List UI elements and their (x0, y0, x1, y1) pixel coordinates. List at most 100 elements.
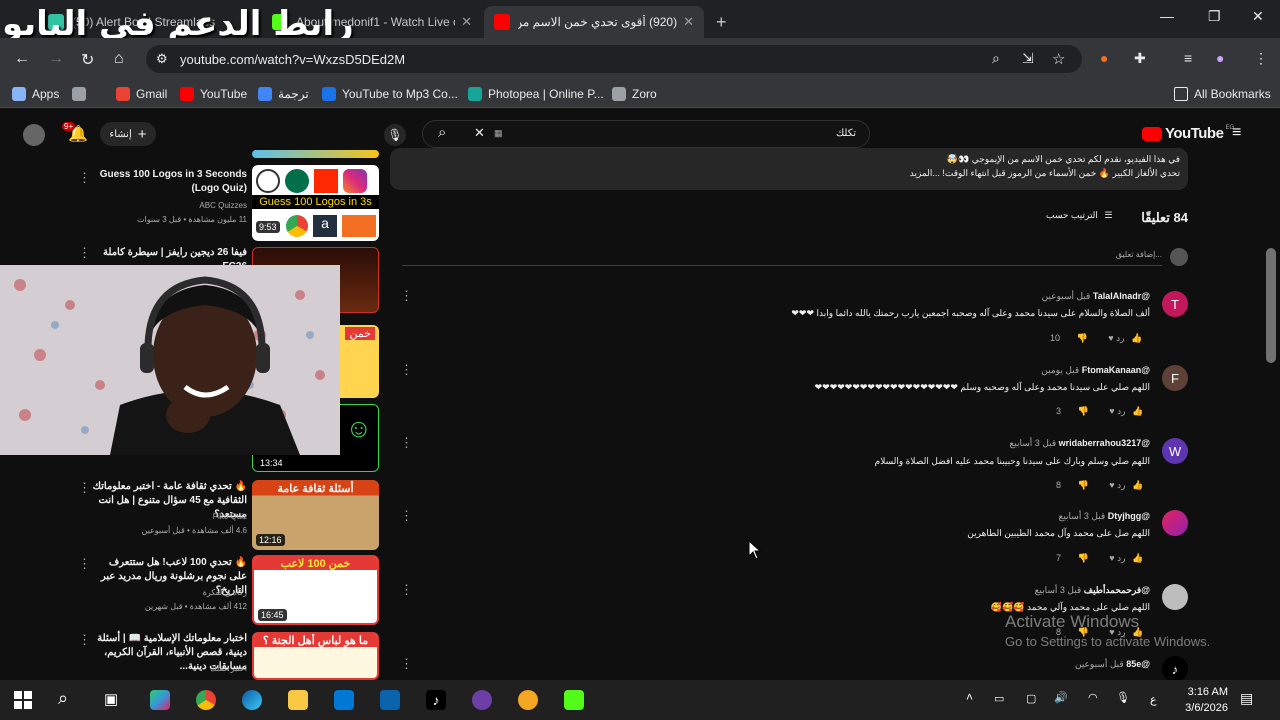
avatar[interactable] (23, 124, 45, 146)
like-icon[interactable]: 👍 (1132, 480, 1143, 490)
obs-icon[interactable] (472, 690, 492, 710)
media-control-icon[interactable]: ≡ (1184, 50, 1192, 66)
video-thumbnail[interactable]: خمن 100 لاعب 16:45 (252, 555, 379, 625)
creator-heart-icon[interactable]: ♥ (1109, 406, 1114, 416)
wifi-icon[interactable]: ◠ (1088, 691, 1098, 704)
sort-button[interactable]: الترتيب حسب ☰ (1046, 210, 1113, 221)
task-view-icon[interactable]: ▣ (104, 690, 118, 708)
app-icon[interactable] (518, 690, 538, 710)
add-comment-input[interactable]: إضافة تعليق... (1070, 250, 1162, 259)
reply-button[interactable]: رد (1117, 406, 1125, 416)
creator-heart-icon[interactable]: ♥ (1109, 553, 1114, 563)
bookmark-zoro[interactable]: Zoro (612, 87, 657, 101)
more-options-icon[interactable]: ⋮ (400, 362, 413, 378)
battery-icon[interactable]: ▭ (994, 692, 1004, 705)
chrome-icon[interactable] (196, 690, 216, 710)
maximize-icon[interactable]: ❐ (1208, 8, 1221, 25)
comment-author[interactable]: @Dtyjhgg (1108, 511, 1150, 521)
close-window-icon[interactable]: ✕ (1252, 8, 1264, 25)
search-input[interactable] (422, 120, 870, 148)
more-options-icon[interactable]: ⋮ (400, 508, 413, 524)
like-icon[interactable]: 👍 (1131, 333, 1142, 343)
bookmark-grid[interactable] (72, 87, 92, 101)
search-icon[interactable]: ⌕ (58, 688, 68, 709)
avatar[interactable] (1162, 510, 1188, 536)
tiktok-icon[interactable]: ♪ (426, 690, 446, 710)
kick-icon[interactable] (564, 690, 584, 710)
minimize-icon[interactable]: — (1160, 8, 1174, 24)
display-icon[interactable]: ▢ (1026, 692, 1036, 705)
hamburger-menu-icon[interactable]: ≡ (1232, 124, 1241, 142)
video-thumbnail[interactable]: ما هو لباس أهل الجنة ؟ (252, 632, 379, 680)
notification-center-icon[interactable]: ▤ (1240, 690, 1253, 707)
avatar[interactable]: W (1162, 438, 1188, 464)
video-channel[interactable]: زكاة و الفكرة (92, 588, 247, 597)
mic-icon[interactable]: 🎙 (384, 124, 406, 146)
creator-heart-icon[interactable]: ♥ (1109, 480, 1114, 490)
video-channel[interactable]: اختبر عقلك (92, 664, 247, 673)
more-options-icon[interactable]: ⋮ (78, 632, 91, 648)
file-explorer-icon[interactable] (288, 690, 308, 710)
clock-date[interactable]: 3/6/2026 (1170, 702, 1228, 714)
home-icon[interactable]: ⌂ (114, 50, 124, 68)
mail-icon[interactable] (380, 690, 400, 710)
bookmark-gmail[interactable]: Gmail (116, 87, 167, 101)
dislike-icon[interactable]: 👎 (1077, 333, 1088, 343)
language-indicator[interactable]: ع (1150, 693, 1157, 706)
video-channel[interactable]: ABC Quizzes (92, 201, 247, 210)
video-title[interactable]: Guess 100 Logos in 3 Seconds (Logo Quiz) (92, 168, 247, 196)
more-options-icon[interactable]: ⋮ (400, 288, 413, 304)
profile-icon[interactable]: ● (1216, 50, 1224, 66)
more-options-icon[interactable]: ⋮ (400, 582, 413, 598)
creator-heart-icon[interactable]: ♥ (1108, 333, 1113, 343)
comment-author[interactable]: @85e (1126, 659, 1150, 669)
mic-icon[interactable]: 🎙 (1116, 691, 1130, 704)
menu-icon[interactable]: ⋮ (1254, 50, 1268, 67)
clear-search-icon[interactable]: ✕ (474, 125, 485, 141)
close-icon[interactable]: ✕ (461, 14, 472, 30)
windows-start-icon[interactable] (14, 691, 32, 709)
dislike-icon[interactable]: 👎 (1078, 553, 1089, 563)
bookmark-translate[interactable]: ترجمة (258, 87, 309, 101)
avatar[interactable]: ♪ (1162, 656, 1188, 682)
more-options-icon[interactable]: ⋮ (400, 435, 413, 451)
chevron-up-icon[interactable]: ˄ (966, 690, 973, 704)
avatar[interactable] (1162, 584, 1188, 610)
dislike-icon[interactable]: 👎 (1078, 480, 1089, 490)
reply-button[interactable]: رد (1116, 333, 1124, 343)
more-options-icon[interactable]: ⋮ (78, 170, 91, 186)
keyboard-icon[interactable]: ▦ (494, 128, 503, 139)
reply-button[interactable]: رد (1117, 553, 1125, 563)
edge-icon[interactable] (242, 690, 262, 710)
comment-author[interactable]: @FtomaKanaan (1082, 365, 1150, 375)
all-bookmarks[interactable]: All Bookmarks (1174, 87, 1271, 101)
site-info-icon[interactable]: ⚙ (156, 51, 168, 67)
bookmark-mp3[interactable]: YouTube to Mp3 Co... (322, 87, 458, 101)
more-options-icon[interactable]: ⋮ (400, 656, 413, 672)
tab-youtube-active[interactable]: (920) أقوى تحدي خمن الاسم من ا ✕ (484, 6, 704, 38)
forward-icon[interactable]: → (48, 50, 64, 68)
youtube-logo[interactable]: YouTube EG (1142, 125, 1234, 142)
search-icon[interactable]: ⌕ (438, 124, 446, 141)
new-tab-button[interactable]: + (706, 6, 736, 38)
avatar[interactable]: F (1162, 365, 1188, 391)
extensions-icon[interactable]: ✚ (1134, 50, 1146, 67)
back-icon[interactable]: ← (14, 50, 30, 68)
more-options-icon[interactable]: ⋮ (78, 245, 91, 261)
avatar[interactable]: T (1162, 291, 1188, 317)
scrollbar[interactable] (1266, 248, 1276, 363)
dislike-icon[interactable]: 👎 (1078, 406, 1089, 416)
video-thumbnail[interactable]: أسئلة ثقافة عامة 12:16 (252, 480, 379, 550)
comment-author[interactable]: @wridaberrahou3217 (1059, 438, 1150, 448)
extension-brave-icon[interactable]: ● (1100, 50, 1108, 66)
close-icon[interactable]: ✕ (683, 14, 694, 30)
video-thumbnail-partial[interactable] (252, 150, 379, 158)
more-options-icon[interactable]: ⋮ (78, 556, 91, 572)
bookmark-youtube[interactable]: YouTube (180, 87, 247, 101)
more-options-icon[interactable]: ⋮ (78, 480, 91, 496)
clock-time[interactable]: 3:16 AM (1170, 686, 1228, 698)
store-icon[interactable] (334, 690, 354, 710)
copilot-icon[interactable] (150, 690, 170, 710)
comment-author[interactable]: @TalalAlnadr (1093, 291, 1150, 301)
bookmark-apps[interactable]: Apps (12, 87, 59, 101)
